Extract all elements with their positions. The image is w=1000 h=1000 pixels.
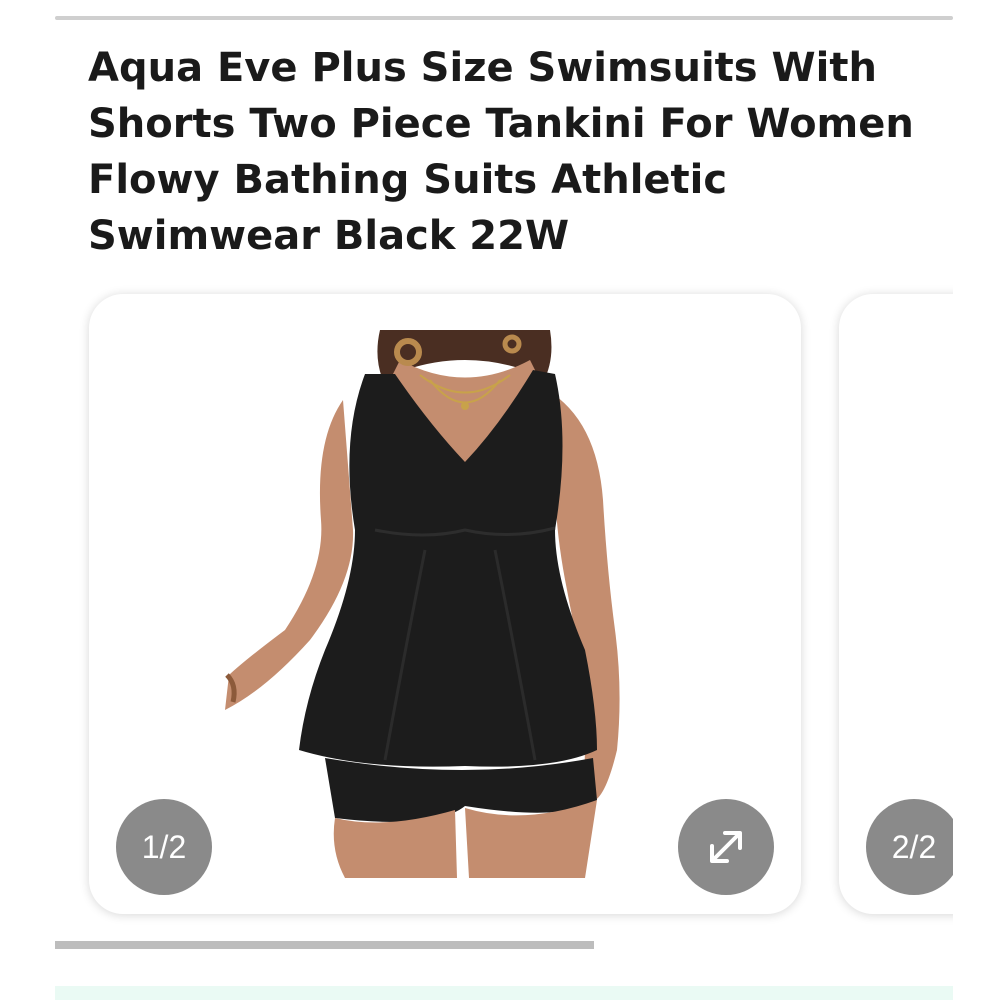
expand-arrows-icon: [710, 831, 742, 863]
slide-counter-badge: 2/2: [866, 799, 953, 895]
carousel-slide-1[interactable]: 1/2: [89, 294, 801, 914]
carousel-scrollbar[interactable]: [55, 941, 953, 949]
carousel-scroll-thumb[interactable]: [55, 941, 594, 949]
expand-image-button[interactable]: [678, 799, 774, 895]
product-title: Aqua Eve Plus Size Swimsuits With Shorts…: [88, 45, 914, 259]
top-divider: [55, 16, 953, 20]
bottom-section-edge: [55, 986, 953, 1000]
product-photo: [225, 330, 620, 878]
image-carousel[interactable]: 1/2 2/2: [70, 280, 953, 940]
slide-counter-badge: 1/2: [116, 799, 212, 895]
carousel-slide-2[interactable]: 2/2: [839, 294, 953, 914]
product-page: Aqua Eve Plus Size Swimsuits With Shorts…: [0, 0, 1000, 1000]
